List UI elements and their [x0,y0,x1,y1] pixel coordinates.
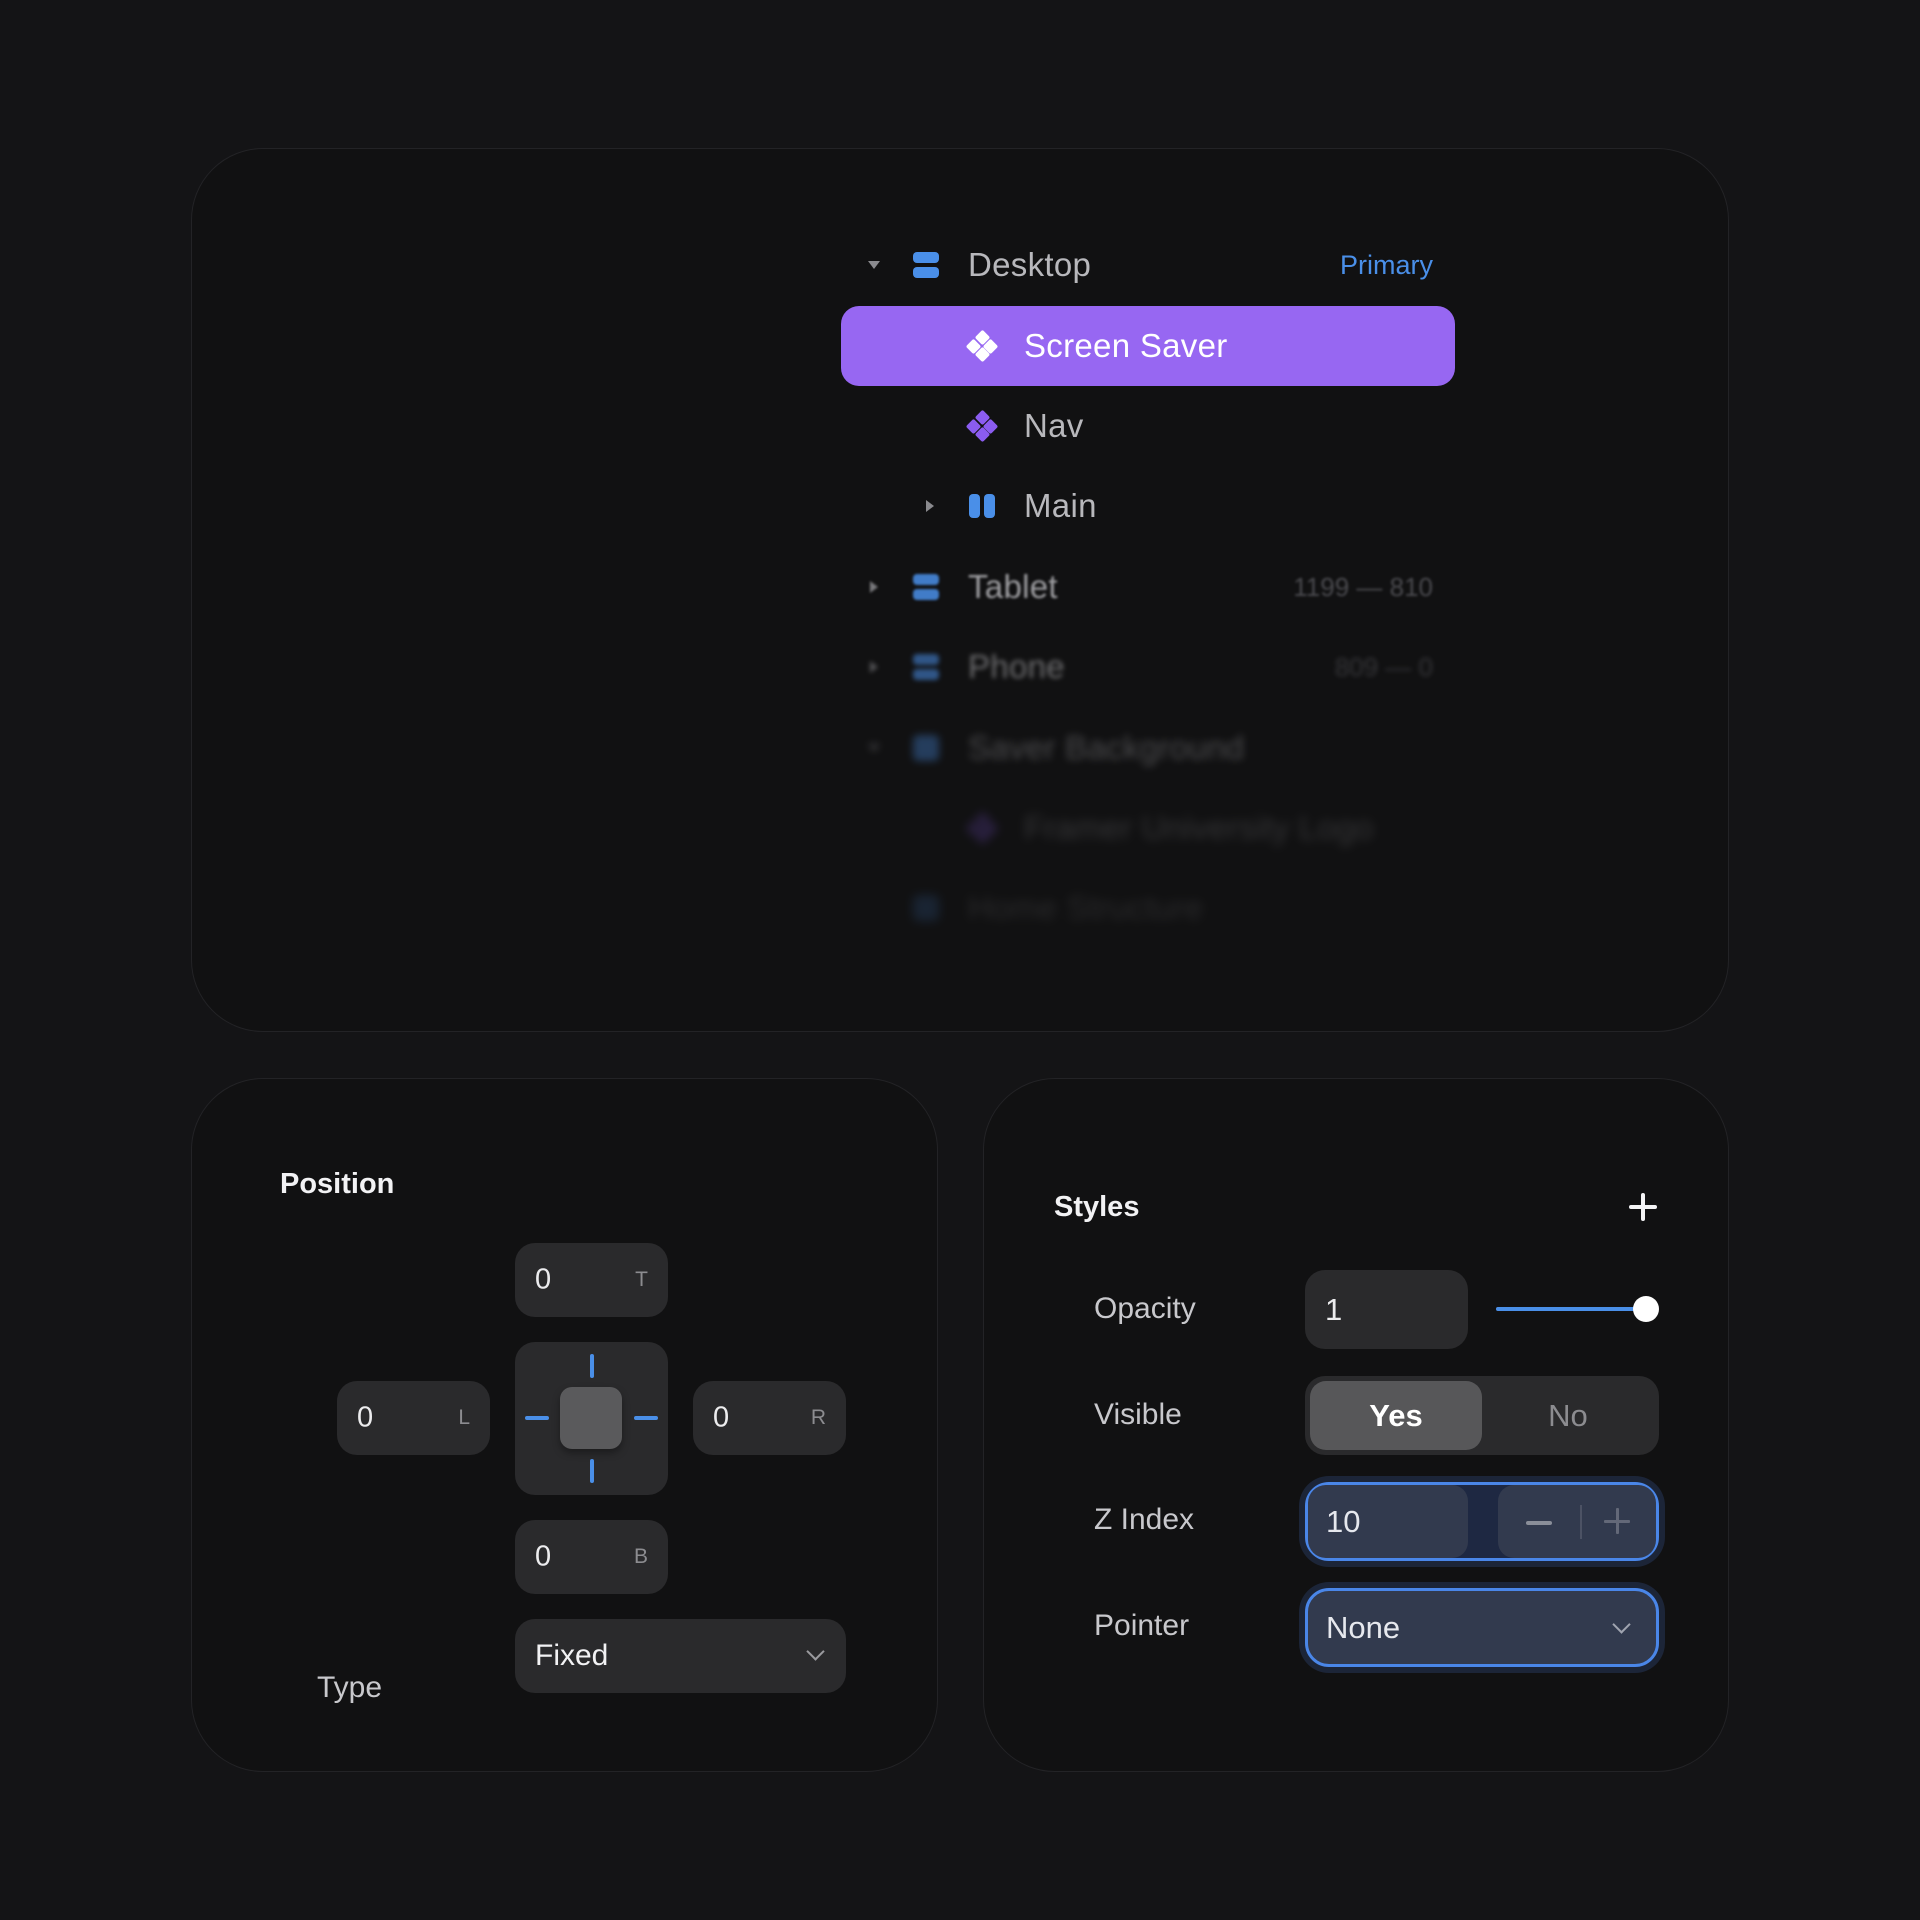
type-label: Type [317,1671,383,1704]
position-panel: Position 0 T 0 L 0 R 0 B Type Fixed [191,1078,938,1772]
constraint-pad[interactable] [515,1342,668,1495]
component-icon [965,329,999,363]
opacity-input[interactable]: 1 [1305,1270,1468,1349]
stack-icon [913,252,939,278]
field-tag: L [458,1406,470,1429]
top-inset-field[interactable]: 0 T [515,1243,668,1317]
layer-label: Screen Saver [1024,327,1228,364]
field-value: 0 [535,1263,552,1296]
section-title: Position [280,1168,395,1200]
stepper-buttons [1498,1485,1656,1558]
field-value: 0 [535,1540,552,1573]
visible-yes-option[interactable]: Yes [1310,1381,1482,1450]
slider-fill [1496,1307,1646,1311]
select-value: None [1326,1609,1401,1645]
add-style-button[interactable] [1629,1193,1657,1221]
slider-thumb[interactable] [1633,1296,1659,1322]
visible-no-option[interactable]: No [1482,1381,1654,1450]
zindex-stepper[interactable]: 10 [1305,1482,1659,1561]
layer-label: Tablet [968,568,1058,605]
zindex-value: 10 [1326,1503,1361,1539]
layers-panel: Desktop Primary Screen Saver Nav Main Ta… [191,148,1729,1032]
caret-down-icon[interactable] [868,261,880,269]
opacity-slider[interactable] [1496,1294,1659,1324]
layer-row-saver-background[interactable]: Saver Background [841,708,1455,788]
layer-row-nav[interactable]: Nav [841,386,1455,466]
increment-icon[interactable] [1604,1508,1630,1534]
component-icon [965,409,999,443]
styles-panel: Styles Opacity 1 Visible Yes No Z Index … [983,1078,1729,1772]
top-constraint-tick[interactable] [590,1354,594,1378]
frame-icon [913,735,939,761]
section-title: Styles [1054,1191,1140,1223]
caret-right-icon[interactable] [870,661,878,673]
layer-label: Main [1024,487,1097,524]
right-constraint-tick[interactable] [634,1416,658,1420]
stepper-divider [1580,1505,1582,1539]
pointer-select[interactable]: None [1305,1588,1659,1667]
stack-icon [913,574,939,600]
bottom-constraint-tick[interactable] [590,1459,594,1483]
chevron-down-icon [806,1642,825,1661]
caret-right-icon[interactable] [870,581,878,593]
field-tag: B [633,1545,648,1568]
type-select[interactable]: Fixed [515,1619,846,1693]
field-tag: T [635,1268,648,1291]
layer-label: Saver Background [968,729,1245,766]
field-value: 1 [1325,1291,1343,1327]
right-inset-field[interactable]: 0 R [693,1381,846,1455]
columns-icon [969,494,995,520]
breakpoint-range: 1199 — 810 [1293,571,1433,602]
caret-down-icon[interactable] [868,744,880,752]
pointer-label: Pointer [1094,1609,1190,1642]
layer-label: Home Structure [968,889,1204,926]
visible-label: Visible [1094,1398,1182,1431]
breakpoint-range: 809 — 0 [1334,651,1433,682]
component-icon [965,811,999,845]
stack-icon [913,654,939,680]
layer-row-tablet[interactable]: Tablet 1199 — 810 [841,547,1455,627]
layer-row-phone[interactable]: Phone 809 — 0 [841,627,1455,707]
layer-label: Framer University Logo [1024,809,1374,846]
field-value: 0 [357,1401,374,1434]
layer-row-desktop[interactable]: Desktop Primary [841,225,1455,305]
decrement-icon[interactable] [1526,1521,1552,1525]
visible-toggle[interactable]: Yes No [1305,1376,1659,1455]
layer-label: Nav [1024,407,1084,444]
bottom-inset-field[interactable]: 0 B [515,1520,668,1594]
caret-right-icon[interactable] [926,500,934,512]
opacity-label: Opacity [1094,1292,1196,1325]
select-value: Fixed [535,1639,609,1672]
field-tag: R [810,1406,826,1429]
zindex-label: Z Index [1094,1503,1195,1536]
chevron-down-icon [1612,1615,1631,1634]
layer-label: Phone [968,648,1065,685]
layer-row-logo[interactable]: Framer University Logo [841,788,1455,868]
frame-icon [913,895,939,921]
left-inset-field[interactable]: 0 L [337,1381,490,1455]
layer-row-home-structure[interactable]: Home Structure [841,868,1455,948]
breakpoint-badge: Primary [1340,249,1433,280]
constraint-center-box [560,1387,622,1449]
layer-row-screen-saver[interactable]: Screen Saver [841,306,1455,386]
left-constraint-tick[interactable] [525,1416,549,1420]
field-value: 0 [713,1401,730,1434]
layer-row-main[interactable]: Main [841,466,1455,546]
layer-label: Desktop [968,246,1092,283]
